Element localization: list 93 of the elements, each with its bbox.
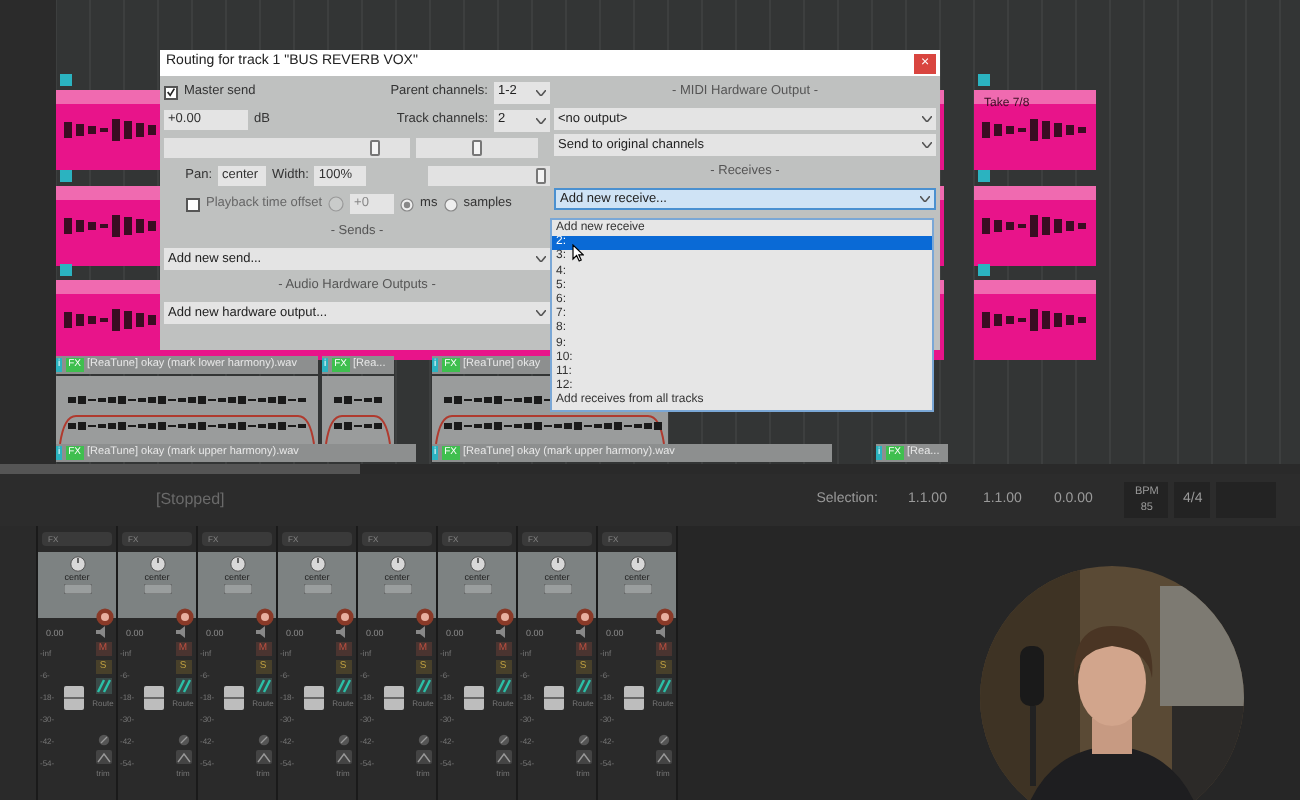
caret-icon — [922, 116, 932, 122]
item-badge-icon — [60, 264, 72, 276]
pan-knob-icon — [629, 556, 645, 572]
route-icon — [495, 678, 511, 694]
item-badge-icon — [60, 74, 72, 86]
pan-knob-icon — [469, 556, 485, 572]
fader-handle[interactable] — [384, 686, 404, 710]
speaker-icon — [256, 626, 270, 638]
phase-toggle-icon — [223, 584, 251, 594]
route-icon — [415, 678, 431, 694]
checkbox[interactable] — [186, 197, 200, 211]
fader-handle[interactable] — [64, 686, 84, 710]
envelope-icon — [575, 750, 591, 764]
speaker-icon — [96, 626, 110, 638]
fader-handle[interactable] — [624, 686, 644, 710]
caret-icon — [536, 256, 546, 262]
audio-item — [974, 186, 1096, 266]
route-icon — [95, 678, 111, 694]
record-arm-icon — [336, 608, 354, 626]
caret-icon — [536, 117, 546, 123]
fader-handle[interactable] — [304, 686, 324, 710]
speaker-icon — [576, 626, 590, 638]
radio-button[interactable] — [400, 197, 415, 211]
record-arm-icon — [656, 608, 674, 626]
phase-icon — [177, 734, 189, 746]
pan-knob-icon — [389, 556, 405, 572]
phase-icon — [577, 734, 589, 746]
phase-icon — [497, 734, 509, 746]
speaker-icon — [416, 626, 430, 638]
phase-toggle-icon — [143, 584, 171, 594]
timeline-scrollbar[interactable] — [0, 464, 360, 474]
item-badge-icon — [978, 170, 990, 182]
pan-knob-icon — [149, 556, 165, 572]
phase-toggle-icon — [463, 584, 491, 594]
envelope-icon — [335, 750, 351, 764]
slider-thumb[interactable] — [536, 168, 547, 184]
record-arm-icon — [256, 608, 274, 626]
record-arm-icon — [176, 608, 194, 626]
phase-icon — [97, 734, 109, 746]
radio-button[interactable] — [443, 197, 458, 211]
route-icon — [575, 678, 591, 694]
fader-handle[interactable] — [544, 686, 564, 710]
pan-knob-icon — [229, 556, 245, 572]
speaker-icon — [656, 626, 670, 638]
envelope-icon — [495, 750, 511, 764]
phase-toggle-icon — [63, 584, 91, 594]
transport-status: [Stopped] — [156, 488, 225, 512]
caret-icon — [536, 310, 546, 316]
waveform — [322, 376, 394, 444]
phase-toggle-icon — [623, 584, 651, 594]
item-badge-icon — [978, 264, 990, 276]
caret-icon — [922, 142, 932, 148]
audio-item — [974, 90, 1096, 170]
envelope-icon — [655, 750, 671, 764]
speaker-icon — [176, 626, 190, 638]
phase-toggle-icon — [543, 584, 571, 594]
phase-icon — [257, 734, 269, 746]
phase-toggle-icon — [383, 584, 411, 594]
fader-handle[interactable] — [224, 686, 244, 710]
mouse-pointer-icon — [572, 244, 584, 262]
slider-thumb[interactable] — [369, 140, 380, 156]
record-arm-icon — [416, 608, 434, 626]
speaker-icon — [496, 626, 510, 638]
route-icon — [335, 678, 351, 694]
checkbox[interactable] — [164, 85, 178, 99]
pan-knob-icon — [309, 556, 325, 572]
envelope-icon — [255, 750, 271, 764]
knob-icon — [328, 196, 345, 212]
speaker-icon — [336, 626, 350, 638]
phase-toggle-icon — [303, 584, 331, 594]
audio-item — [974, 280, 1096, 360]
caret-icon — [920, 196, 930, 202]
check-icon — [166, 86, 176, 98]
envelope-icon — [175, 750, 191, 764]
pan-knob-icon — [69, 556, 85, 572]
pan-knob-icon — [549, 556, 565, 572]
record-arm-icon — [576, 608, 594, 626]
fader-handle[interactable] — [464, 686, 484, 710]
route-icon — [175, 678, 191, 694]
fader-handle[interactable] — [144, 686, 164, 710]
route-icon — [655, 678, 671, 694]
phase-icon — [657, 734, 669, 746]
phase-icon — [417, 734, 429, 746]
envelope-icon — [415, 750, 431, 764]
record-arm-icon — [496, 608, 514, 626]
caret-icon — [536, 89, 546, 95]
item-badge-icon — [978, 74, 990, 86]
item-badge-icon — [60, 170, 72, 182]
phase-icon — [337, 734, 349, 746]
envelope-icon — [95, 750, 111, 764]
slider-thumb[interactable] — [472, 140, 482, 156]
route-icon — [255, 678, 271, 694]
record-arm-icon — [96, 608, 114, 626]
